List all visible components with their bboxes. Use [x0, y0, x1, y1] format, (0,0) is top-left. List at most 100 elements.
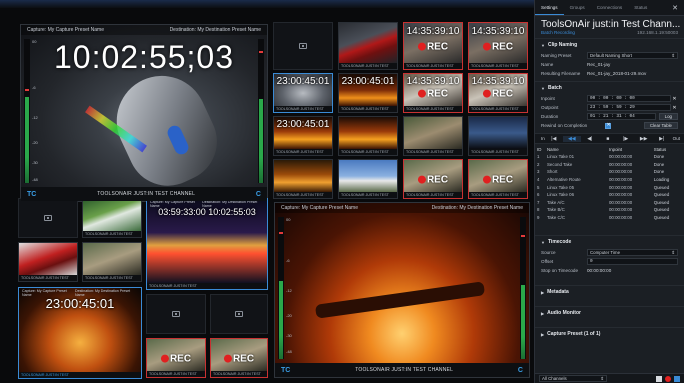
- clear-table-button[interactable]: Clear Table: [643, 122, 678, 129]
- tile-rec-c[interactable]: 14:35:39:10 REC TOOLSONAIR JUST:IN TEST: [403, 73, 463, 113]
- clip-name: Linux Take 01: [547, 154, 575, 160]
- clip-inpoint: 00:00:00:00: [608, 169, 633, 175]
- column-header[interactable]: Status: [652, 145, 684, 153]
- tile-person-b[interactable]: TOOLSONAIR JUST:IN TEST: [82, 242, 142, 282]
- tile-house[interactable]: TOOLSONAIR JUST:IN TEST: [338, 159, 398, 199]
- rewind-checkbox[interactable]: [605, 122, 611, 129]
- tab-settings[interactable]: Settings: [535, 0, 564, 15]
- record-icon: [417, 89, 426, 98]
- go-start-button[interactable]: |◀: [545, 136, 563, 142]
- table-row[interactable]: 8 Take B/C 00:00:00:00 Queued: [535, 206, 684, 214]
- clear-icon[interactable]: ✕: [671, 96, 678, 102]
- table-row[interactable]: 9 Take C/C 00:00:00:00 Queued: [535, 214, 684, 222]
- c-label: C: [255, 190, 261, 198]
- rewind-button[interactable]: ◀◀: [562, 135, 581, 142]
- table-row[interactable]: 7 Take A/C 00:00:00:00 Queued: [535, 199, 684, 207]
- tile-caption: TOOLSONAIR JUST:IN TEST: [83, 231, 141, 237]
- table-row[interactable]: 6 Linux Take 06 00:00:00:00 Queued: [535, 191, 684, 199]
- inspector-panel: Settings Groups Connections Status ✕ Too…: [534, 0, 684, 383]
- tile-person-a[interactable]: TOOLSONAIR JUST:IN TEST: [403, 116, 463, 156]
- clip-name: Linux Take 05: [547, 184, 575, 190]
- empty-slot[interactable]: [146, 294, 206, 334]
- empty-slot[interactable]: [18, 198, 78, 238]
- main-monitor[interactable]: Capture: My Capture Preset Name Destinat…: [20, 24, 268, 202]
- tile-caption: TOOLSONAIR JUST:IN TEST: [339, 192, 397, 198]
- tc-source-select[interactable]: Computer Time ⇕: [587, 249, 678, 257]
- table-row[interactable]: 4 Alternative Route 00:00:00:00 Loading: [535, 176, 684, 184]
- tab-connections[interactable]: Connections: [591, 0, 629, 15]
- step-forward-button[interactable]: |▶: [617, 136, 635, 142]
- second-monitor[interactable]: Capture: My Capture Preset Name Destinat…: [274, 202, 530, 378]
- close-icon[interactable]: ✕: [666, 0, 684, 15]
- tile-waterfall[interactable]: TOOLSONAIR JUST:IN TEST: [82, 198, 142, 238]
- column-header[interactable]: Inpoint: [607, 145, 652, 153]
- clear-icon[interactable]: ✕: [671, 105, 678, 111]
- table-row[interactable]: 2 Second Take 00:00:00:00 Done: [535, 161, 684, 169]
- empty-source-icon: [299, 43, 307, 49]
- outpoint-field[interactable]: 23 : 59 : 59 : 29: [587, 104, 671, 111]
- tile-light-trails[interactable]: Capture: My Capture Preset Name Destinati…: [146, 198, 268, 290]
- name-field[interactable]: Rec_01-jay: [587, 62, 678, 67]
- stop-button[interactable]: ■: [599, 136, 617, 142]
- clip-table: ID Name Inpoint Status 1 Linux Take 01 00:…: [535, 145, 684, 221]
- clip-status: Queued: [653, 199, 670, 205]
- stop-icon[interactable]: [656, 375, 662, 382]
- tile-rec-e[interactable]: REC TOOLSONAIR JUST:IN TEST: [403, 159, 463, 199]
- column-header[interactable]: ID: [535, 145, 545, 153]
- tc-offset-field[interactable]: 0: [587, 258, 678, 266]
- tile-timecodes: 03:59:33:00 10:02:55:03: [158, 207, 256, 217]
- clip-name: Take B/C: [547, 207, 565, 213]
- inpoint-row: Inpoint 00 : 00 : 00 : 00 ✕: [535, 94, 684, 103]
- fast-forward-button[interactable]: ▶▶: [635, 136, 653, 142]
- tile-red-machine[interactable]: TOOLSONAIR JUST:IN TEST: [18, 242, 78, 282]
- section-timecode[interactable]: ▼ Timecode: [535, 235, 684, 248]
- tile-rec-f[interactable]: REC TOOLSONAIR JUST:IN TEST: [468, 159, 528, 199]
- section-audio-monitor[interactable]: ▶ Audio Monitor: [535, 306, 684, 319]
- tile-mouse[interactable]: 23:00:45:01 TOOLSONAIR JUST:IN TEST: [273, 73, 333, 113]
- tile-red-car[interactable]: TOOLSONAIR JUST:IN TEST: [338, 22, 398, 70]
- column-header[interactable]: Name: [545, 145, 607, 153]
- clip-inpoint: 00:00:00:00: [608, 199, 633, 205]
- table-row[interactable]: 3 Short 00:00:00:00 Done: [535, 168, 684, 176]
- resulting-filename: Rec_01-jay_2018-01-29.mov: [587, 71, 647, 76]
- step-back-button[interactable]: ◀|: [581, 136, 599, 142]
- clip-id: 4: [537, 177, 540, 183]
- clip-status: Queued: [653, 215, 670, 221]
- section-metadata[interactable]: ▶ Metadata: [535, 285, 684, 298]
- tile-rec-b[interactable]: 14:35:39:10 REC TOOLSONAIR JUST:IN TEST: [468, 22, 528, 70]
- empty-slot[interactable]: [273, 22, 333, 70]
- section-clip-naming[interactable]: ▼ Clip Naming: [535, 38, 684, 51]
- section-capture-preset[interactable]: ▶ Capture Preset (1 of 1): [535, 327, 684, 340]
- go-end-button[interactable]: ▶|: [653, 136, 671, 142]
- table-row[interactable]: 5 Linux Take 05 00:00:00:00 Queued: [535, 183, 684, 191]
- tile-fire-a[interactable]: 23:00:45:01 TOOLSONAIR JUST:IN TEST: [338, 73, 398, 113]
- duration-row: Duration 01 : 21 : 31 : 04 Log: [535, 112, 684, 121]
- tile-rec-d[interactable]: 14:35:39:10 REC TOOLSONAIR JUST:IN TEST: [468, 73, 528, 113]
- channel-filter-select[interactable]: All Channels ⇕: [539, 375, 607, 382]
- tab-groups[interactable]: Groups: [564, 0, 591, 15]
- clip-status: Done: [653, 169, 665, 175]
- tile-rec-h[interactable]: REC TOOLSONAIR JUST:IN TEST: [210, 338, 268, 378]
- tile-rec-a[interactable]: 14:35:39:10 REC TOOLSONAIR JUST:IN TEST: [403, 22, 463, 70]
- add-icon[interactable]: [674, 375, 680, 382]
- tile-fire-b[interactable]: 23:00:45:01 TOOLSONAIR JUST:IN TEST: [273, 116, 333, 156]
- tile-rec-g[interactable]: REC TOOLSONAIR JUST:IN TEST: [146, 338, 206, 378]
- duration-field[interactable]: 01 : 21 : 31 : 04: [587, 113, 656, 120]
- rec-badge: REC: [482, 175, 513, 186]
- log-button[interactable]: Log: [658, 113, 678, 120]
- tile-fire-c[interactable]: TOOLSONAIR JUST:IN TEST: [338, 116, 398, 156]
- table-row[interactable]: 1 Linux Take 01 00:00:00:00 Done: [535, 153, 684, 161]
- chevron-down-icon: ▼: [541, 239, 545, 245]
- tc-label: TC: [281, 366, 291, 374]
- tile-caption: TOOLSONAIR JUST:IN TEST: [339, 149, 397, 155]
- tile-fire-large[interactable]: Capture: My Capture Preset Name Destinati…: [18, 287, 142, 379]
- naming-preset-select[interactable]: Default Naming Short ⇕: [587, 52, 678, 59]
- tile-dusk[interactable]: TOOLSONAIR JUST:IN TEST: [468, 116, 528, 156]
- empty-slot[interactable]: [210, 294, 268, 334]
- tab-status[interactable]: Status: [628, 0, 653, 15]
- record-icon[interactable]: [665, 375, 671, 382]
- tile-fire-d[interactable]: TOOLSONAIR JUST:IN TEST: [273, 159, 333, 199]
- stop-on-tc-value[interactable]: 00:00:00:00: [587, 268, 678, 273]
- inpoint-field[interactable]: 00 : 00 : 00 : 00: [587, 95, 671, 102]
- section-batch[interactable]: ▼ Batch: [535, 81, 684, 94]
